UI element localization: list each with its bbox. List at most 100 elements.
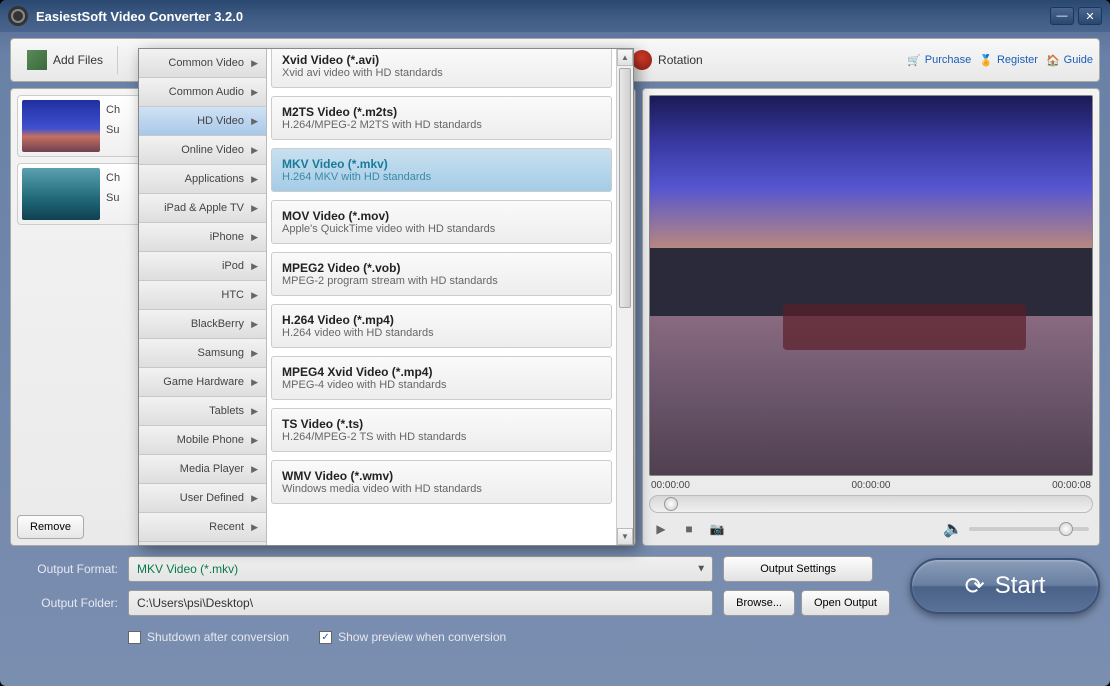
format-item[interactable]: MOV Video (*.mov)Apple's QuickTime video… xyxy=(271,200,612,244)
preview-checkbox[interactable]: ✓ Show preview when conversion xyxy=(319,630,506,644)
category-item[interactable]: User Defined▶ xyxy=(139,484,266,513)
file-line1: Ch xyxy=(106,172,120,184)
category-label: Mobile Phone xyxy=(177,434,244,446)
register-label: Register xyxy=(997,54,1038,66)
chevron-right-icon: ▶ xyxy=(251,203,258,214)
format-desc: MPEG-2 program stream with HD standards xyxy=(282,275,601,287)
remove-button[interactable]: Remove xyxy=(17,515,84,539)
output-format-dropdown[interactable]: MKV Video (*.mkv) ▼ xyxy=(128,556,713,582)
category-item[interactable]: Samsung▶ xyxy=(139,339,266,368)
shutdown-checkbox[interactable]: Shutdown after conversion xyxy=(128,630,289,644)
category-label: Applications xyxy=(185,173,244,185)
format-title: MKV Video (*.mkv) xyxy=(282,157,601,171)
format-item[interactable]: WMV Video (*.wmv)Windows media video wit… xyxy=(271,460,612,504)
format-item[interactable]: MKV Video (*.mkv)H.264 MKV with HD stand… xyxy=(271,148,612,192)
category-label: User Defined xyxy=(180,492,244,504)
category-column: Common Video▶ Common Audio ▶ HD Video▶Onlin… xyxy=(139,49,267,545)
purchase-link[interactable]: 🛒 Purchase xyxy=(907,54,971,67)
category-label: Recent xyxy=(209,521,244,533)
format-desc: Apple's QuickTime video with HD standard… xyxy=(282,223,601,235)
rotation-icon xyxy=(632,50,652,70)
format-desc: MPEG-4 video with HD standards xyxy=(282,379,601,391)
checkbox-row: Shutdown after conversion ✓ Show preview… xyxy=(128,630,1100,644)
register-link[interactable]: 🏅 Register xyxy=(979,54,1038,67)
category-label: Media Player xyxy=(180,463,244,475)
format-item[interactable]: H.264 Video (*.mp4)H.264 video with HD s… xyxy=(271,304,612,348)
chevron-right-icon: ▶ xyxy=(251,87,258,98)
bottom-controls: Output Format: MKV Video (*.mkv) ▼ Outpu… xyxy=(10,556,1100,644)
scroll-up-button[interactable]: ▲ xyxy=(617,49,633,66)
category-label: Common Audio xyxy=(169,86,244,98)
category-label: HTC xyxy=(221,289,244,301)
seek-handle[interactable] xyxy=(664,497,678,511)
format-column: Xvid Video (*.avi)Xvid avi video with HD… xyxy=(267,49,633,545)
category-item[interactable]: Recent▶ xyxy=(139,513,266,542)
scrollbar[interactable]: ▲ ▼ xyxy=(616,49,633,545)
seek-bar[interactable] xyxy=(649,495,1093,513)
category-item[interactable]: Common Video▶ xyxy=(139,49,266,78)
format-item[interactable]: MPEG4 Xvid Video (*.mp4)MPEG-4 video wit… xyxy=(271,356,612,400)
shutdown-label: Shutdown after conversion xyxy=(147,630,289,644)
category-item[interactable]: iPhone ▶ xyxy=(139,223,266,252)
add-files-button[interactable]: Add Files xyxy=(17,44,113,76)
category-item[interactable]: Common Audio ▶ xyxy=(139,78,266,107)
category-item[interactable]: iPod▶ xyxy=(139,252,266,281)
preview-panel: 00:00:00 00:00:00 00:00:08 ▶ ■ 📷 🔈 xyxy=(642,88,1100,546)
category-item[interactable]: Tablets▶ xyxy=(139,397,266,426)
category-item[interactable]: iPad & Apple TV▶ xyxy=(139,194,266,223)
category-item[interactable]: Applications▶ xyxy=(139,165,266,194)
scroll-down-button[interactable]: ▼ xyxy=(617,528,633,545)
format-item[interactable]: TS Video (*.ts)H.264/MPEG-2 TS with HD s… xyxy=(271,408,612,452)
category-item[interactable]: Media Player▶ xyxy=(139,455,266,484)
toolbar-right: 🛒 Purchase 🏅 Register 🏠 Guide xyxy=(907,54,1093,67)
window-controls: — ✕ xyxy=(1050,7,1102,25)
browse-button[interactable]: Browse... xyxy=(723,590,795,616)
format-item[interactable]: M2TS Video (*.m2ts)H.264/MPEG-2 M2TS wit… xyxy=(271,96,612,140)
add-files-label: Add Files xyxy=(53,53,103,67)
category-label: Tablets xyxy=(209,405,244,417)
chevron-right-icon: ▶ xyxy=(251,232,258,243)
stop-button[interactable]: ■ xyxy=(681,521,697,537)
refresh-icon: ⟳ xyxy=(965,572,985,601)
window-title: EasiestSoft Video Converter 3.2.0 xyxy=(36,9,1050,24)
category-item[interactable]: BlackBerry▶ xyxy=(139,310,266,339)
chevron-down-icon: ▼ xyxy=(696,564,706,575)
start-button[interactable]: ⟳ Start xyxy=(910,558,1100,614)
volume-control: 🔈 xyxy=(943,519,1089,539)
playback-controls: ▶ ■ 📷 🔈 xyxy=(649,513,1093,539)
volume-slider[interactable] xyxy=(969,527,1089,531)
rotation-button[interactable]: Rotation xyxy=(622,44,713,76)
output-settings-button[interactable]: Output Settings xyxy=(723,556,873,582)
chevron-right-icon: ▶ xyxy=(251,348,258,359)
file-line2: Su xyxy=(106,124,120,136)
output-folder-field[interactable]: C:\Users\psi\Desktop\ xyxy=(128,590,713,616)
chevron-right-icon: ▶ xyxy=(251,319,258,330)
format-desc: Windows media video with HD standards xyxy=(282,483,601,495)
category-item[interactable]: Game Hardware ▶ xyxy=(139,368,266,397)
chevron-right-icon: ▶ xyxy=(251,377,258,388)
close-button[interactable]: ✕ xyxy=(1078,7,1102,25)
play-button[interactable]: ▶ xyxy=(653,521,669,537)
category-item[interactable]: HD Video▶ xyxy=(139,107,266,136)
format-item[interactable]: Xvid Video (*.avi)Xvid avi video with HD… xyxy=(271,49,612,88)
scroll-thumb[interactable] xyxy=(619,68,631,308)
format-desc: H.264 video with HD standards xyxy=(282,327,601,339)
category-item[interactable]: Online Video▶ xyxy=(139,136,266,165)
category-label: Game Hardware xyxy=(163,376,244,388)
category-label: iPhone xyxy=(210,231,244,243)
volume-icon: 🔈 xyxy=(943,519,963,539)
minimize-button[interactable]: — xyxy=(1050,7,1074,25)
titlebar: EasiestSoft Video Converter 3.2.0 — ✕ xyxy=(0,0,1110,32)
file-thumbnail xyxy=(22,100,100,152)
category-item[interactable]: Mobile Phone▶ xyxy=(139,426,266,455)
guide-link[interactable]: 🏠 Guide xyxy=(1046,54,1093,67)
snapshot-button[interactable]: 📷 xyxy=(709,521,725,537)
volume-handle[interactable] xyxy=(1059,522,1073,536)
format-title: TS Video (*.ts) xyxy=(282,417,601,431)
preview-label: Show preview when conversion xyxy=(338,630,506,644)
category-item[interactable]: HTC▶ xyxy=(139,281,266,310)
start-area: ⟳ Start xyxy=(900,558,1100,614)
format-item[interactable]: MPEG2 Video (*.vob)MPEG-2 program stream… xyxy=(271,252,612,296)
time-current: 00:00:00 xyxy=(852,480,891,491)
open-output-button[interactable]: Open Output xyxy=(801,590,890,616)
